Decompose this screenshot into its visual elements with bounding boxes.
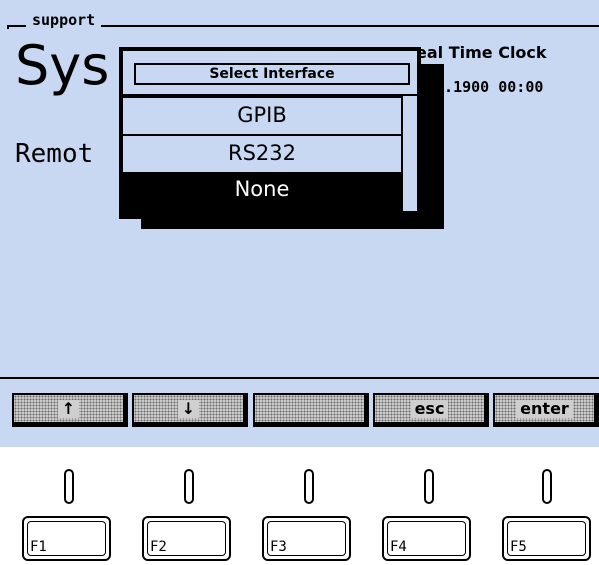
dialog-title: Select Interface [134, 63, 410, 85]
lcd-screen: support Sys Remot eal Time Clock 00.1900… [0, 0, 599, 447]
option-rs232[interactable]: RS232 [123, 134, 401, 170]
select-interface-dialog: Select Interface GPIB RS232 None [119, 47, 421, 219]
f5-key-label: F5 [510, 539, 527, 555]
page-title: Sys [15, 34, 110, 97]
softkey-enter[interactable]: enter [493, 393, 599, 427]
f4-key-label: F4 [390, 539, 407, 555]
f4-key[interactable]: F4 [382, 516, 471, 561]
f2-key[interactable]: F2 [142, 516, 231, 561]
remote-label: Remot [15, 139, 94, 169]
option-gpib[interactable]: GPIB [123, 96, 401, 134]
group-border-corner [7, 25, 9, 29]
f5-indicator [542, 469, 552, 504]
f1-key-label: F1 [30, 539, 47, 555]
option-none[interactable]: None [123, 170, 401, 206]
f5-key[interactable]: F5 [502, 516, 591, 561]
real-time-clock-label: eal Time Clock [416, 43, 547, 62]
f1-indicator [64, 469, 74, 504]
f3-key-label: F3 [270, 539, 287, 555]
down-arrow-icon: ↓ [177, 399, 200, 418]
f1-key[interactable]: F1 [22, 516, 111, 561]
softkey-esc-label: esc [410, 399, 449, 418]
up-arrow-icon: ↑ [57, 399, 80, 418]
f3-indicator [304, 469, 314, 504]
dialog-scrollbar[interactable] [403, 96, 417, 211]
softkey-down[interactable]: ↓ [132, 393, 248, 427]
softkey-bar-divider [0, 377, 599, 379]
softkey-up[interactable]: ↑ [12, 393, 128, 427]
group-label: support [26, 11, 102, 29]
softkey-esc[interactable]: esc [373, 393, 489, 427]
softkey-blank[interactable] [253, 393, 369, 427]
f2-key-label: F2 [150, 539, 167, 555]
f4-indicator [424, 469, 434, 504]
f2-indicator [184, 469, 194, 504]
softkey-enter-label: enter [516, 399, 573, 418]
f3-key[interactable]: F3 [262, 516, 351, 561]
